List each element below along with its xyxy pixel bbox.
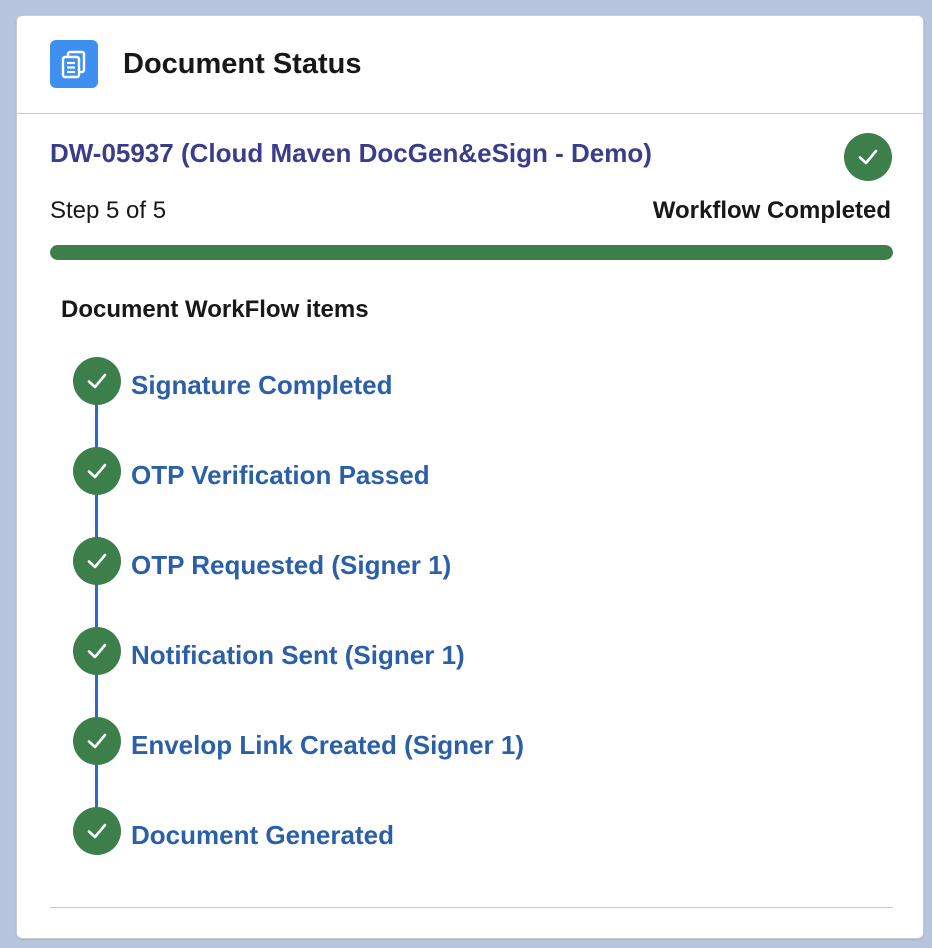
check-icon [73, 357, 121, 405]
document-record-link[interactable]: DW-05937 (Cloud Maven DocGen&eSign - Dem… [50, 137, 652, 169]
timeline-item-label[interactable]: Document Generated [131, 819, 394, 851]
workflow-section-title: Document WorkFlow items [61, 296, 369, 323]
timeline-item-label[interactable]: Signature Completed [131, 369, 392, 401]
timeline-item-label[interactable]: OTP Verification Passed [131, 459, 430, 491]
timeline-item: OTP Requested (Signer 1) [73, 537, 773, 585]
timeline-item-label[interactable]: Notification Sent (Signer 1) [131, 639, 465, 671]
timeline-item: Notification Sent (Signer 1) [73, 627, 773, 675]
timeline-item: Signature Completed [73, 357, 773, 405]
footer-divider [50, 907, 893, 908]
workflow-timeline: Signature Completed OTP Verification Pas… [73, 357, 773, 897]
check-icon [844, 133, 892, 181]
workflow-progress-bar [50, 245, 893, 260]
check-icon [73, 537, 121, 585]
check-icon [73, 717, 121, 765]
check-icon [73, 807, 121, 855]
timeline-item-label[interactable]: OTP Requested (Signer 1) [131, 549, 451, 581]
workflow-status: Workflow Completed [652, 197, 891, 224]
workflow-progress-fill [50, 245, 893, 260]
check-icon [73, 447, 121, 495]
card-title: Document Status [123, 48, 362, 80]
timeline-item: Document Generated [73, 807, 773, 855]
check-icon [73, 627, 121, 675]
timeline-item: Envelop Link Created (Signer 1) [73, 717, 773, 765]
timeline-item: OTP Verification Passed [73, 447, 773, 495]
card-header: Document Status [17, 16, 923, 114]
step-indicator: Step 5 of 5 [50, 197, 167, 224]
document-status-card: Document Status DW-05937 (Cloud Maven Do… [16, 15, 924, 939]
document-copy-icon [50, 40, 98, 88]
timeline-item-label[interactable]: Envelop Link Created (Signer 1) [131, 729, 524, 761]
